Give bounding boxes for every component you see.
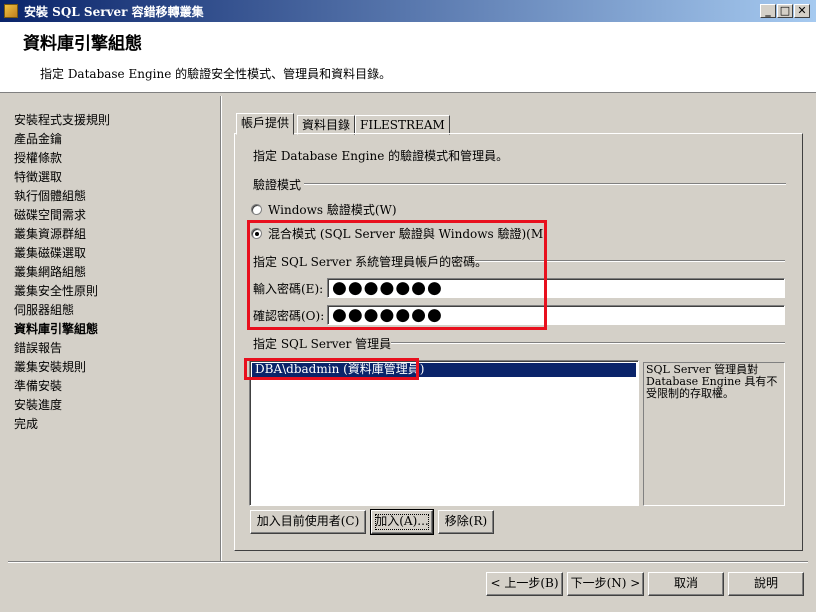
password-label: 輸入密碼(E): <box>253 282 324 296</box>
windows-auth-radio[interactable] <box>251 204 262 215</box>
page-header: 資料庫引擎組態 指定 Database Engine 的驗證安全性模式、管理員和… <box>0 22 816 93</box>
wizard-steps-nav: 安裝程式支援規則 產品金鑰 授權條款 特徵選取 執行個體組態 磁碟空間需求 叢集資源群組 叢集… <box>14 111 214 434</box>
confirm-password-masked-value: ●●●●●●● <box>332 305 443 325</box>
sql-admins-group-line <box>391 342 785 344</box>
nav-divider <box>220 96 222 562</box>
mixed-auth-radio[interactable] <box>251 228 262 239</box>
tab-account-provisioning[interactable]: 帳戶提供 <box>236 113 295 135</box>
nav-step-item[interactable]: 執行個體組態 <box>14 187 214 206</box>
title-bar: 安裝 SQL Server 容錯移轉叢集 _ □ ✕ <box>0 0 816 22</box>
nav-step-item[interactable]: 錯誤報告 <box>14 339 214 358</box>
add-button-label: 加入(A)... <box>372 511 432 533</box>
nav-step-item[interactable]: 授權條款 <box>14 149 214 168</box>
nav-step-item[interactable]: 特徵選取 <box>14 168 214 187</box>
minimize-button[interactable]: _ <box>760 4 776 18</box>
account-intro-text: 指定 Database Engine 的驗證模式和管理員。 <box>253 149 509 163</box>
page-title: 資料庫引擎組態 <box>23 34 142 54</box>
tab-data-directories[interactable]: 資料目錄 <box>297 115 356 135</box>
nav-step-item[interactable]: 叢集網路組態 <box>14 263 214 282</box>
nav-step-item[interactable]: 資料庫引擎組態 <box>14 320 214 339</box>
auth-mode-group-line <box>304 183 786 185</box>
cancel-button[interactable]: 取消 <box>648 572 724 596</box>
sql-admins-listbox[interactable]: DBA\dbadmin (資料庫管理員) <box>249 360 639 506</box>
nav-step-item[interactable]: 完成 <box>14 415 214 434</box>
page-subtitle: 指定 Database Engine 的驗證安全性模式、管理員和資料目錄。 <box>40 67 392 81</box>
nav-step-item[interactable]: 磁碟空間需求 <box>14 206 214 225</box>
nav-step-item[interactable]: 產品金鑰 <box>14 130 214 149</box>
add-button[interactable]: 加入(A)... <box>370 509 434 535</box>
nav-step-item[interactable]: 叢集安全性原則 <box>14 282 214 301</box>
nav-step-item[interactable]: 安裝進度 <box>14 396 214 415</box>
next-button[interactable]: 下一步(N) > <box>567 572 644 596</box>
confirm-password-label: 確認密碼(O): <box>253 309 325 323</box>
mixed-auth-label[interactable]: 混合模式 (SQL Server 驗證與 Windows 驗證)(M) <box>268 225 548 242</box>
tab-filestream[interactable]: FILESTREAM <box>355 115 450 135</box>
admins-help-text: SQL Server 管理員對 Database Engine 具有不受限制的存… <box>643 362 785 506</box>
password-masked-value: ●●●●●●● <box>332 278 443 298</box>
nav-step-item[interactable]: 叢集資源群組 <box>14 225 214 244</box>
admin-list-item[interactable]: DBA\dbadmin (資料庫管理員) <box>252 363 636 377</box>
window-title: 安裝 SQL Server 容錯移轉叢集 <box>24 5 204 19</box>
setup-icon <box>4 4 18 18</box>
sql-admins-group-label: 指定 SQL Server 管理員 <box>253 337 392 351</box>
confirm-password-input[interactable]: ●●●●●●● <box>327 305 785 325</box>
maximize-button[interactable]: □ <box>777 4 793 18</box>
nav-step-item[interactable]: 叢集安裝規則 <box>14 358 214 377</box>
back-button[interactable]: < 上一步(B) <box>486 572 563 596</box>
nav-step-item[interactable]: 叢集磁碟選取 <box>14 244 214 263</box>
remove-button[interactable]: 移除(R) <box>438 510 494 534</box>
nav-step-item[interactable]: 伺服器組態 <box>14 301 214 320</box>
nav-step-item[interactable]: 安裝程式支援規則 <box>14 111 214 130</box>
close-button[interactable]: ✕ <box>794 4 810 18</box>
sa-password-group-line <box>475 260 785 262</box>
sa-password-group-label: 指定 SQL Server 系統管理員帳戶的密碼。 <box>253 255 488 269</box>
help-button[interactable]: 說明 <box>728 572 804 596</box>
auth-mode-group-label: 驗證模式 <box>253 178 302 192</box>
nav-step-item[interactable]: 準備安裝 <box>14 377 214 396</box>
windows-auth-label[interactable]: Windows 驗證模式(W) <box>268 201 397 218</box>
footer-divider <box>8 561 808 563</box>
password-input[interactable]: ●●●●●●● <box>327 278 785 298</box>
add-current-user-button[interactable]: 加入目前使用者(C) <box>250 510 366 534</box>
radio-selected-dot <box>255 232 259 236</box>
